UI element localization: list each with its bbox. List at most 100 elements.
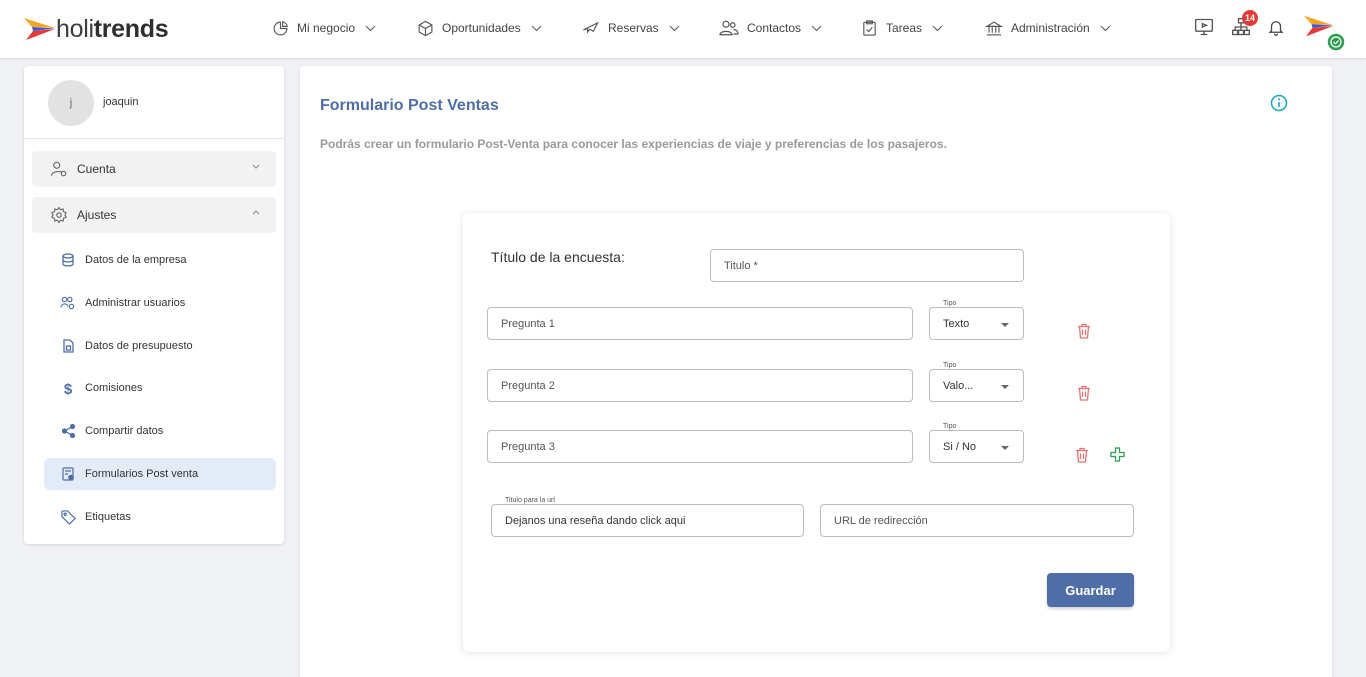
sidebar-item-label: Datos de la empresa [85,254,187,266]
sidebar-item-formularios-post-venta[interactable]: Formularios Post venta [44,458,276,490]
chevron-down-icon [531,25,542,31]
form-icon [61,467,74,481]
add-question-icon[interactable] [1110,447,1125,462]
redirect-url-field [820,504,1134,537]
box-icon [418,20,433,36]
users-gear-icon [60,296,75,310]
chevron-down-icon [811,25,822,31]
plane-icon [583,21,599,34]
survey-title-label: Título de la encuesta: [491,249,625,265]
question-1-type-select[interactable]: Tipo Texto [929,300,1024,340]
url-title-field: Titulo para la url [491,497,804,537]
logo-arrow-icon [24,18,55,40]
avatar[interactable]: j [48,80,94,126]
question-2-type-select[interactable]: Tipo Valo... [929,362,1024,402]
user-gear-icon [50,161,67,177]
dollar-icon: $ [64,381,73,396]
sidebar-item-datos-empresa[interactable]: Datos de la empresa [44,244,276,276]
page-title: Formulario Post Ventas [320,97,499,114]
username: joaquin [103,96,139,108]
tag-icon [60,509,76,525]
question-3-type-select[interactable]: Tipo Si / No [929,423,1024,463]
gear-icon [51,206,67,224]
type-value: Valo... [943,380,974,392]
chevron-down-icon [365,25,376,31]
chevron-up-icon [252,210,260,215]
chevron-down-icon [252,164,260,169]
sidebar-group-label: Ajustes [77,208,117,222]
info-icon[interactable] [1270,94,1288,112]
nav-contactos[interactable]: Contactos [719,16,822,40]
sidebar-group-label: Cuenta [77,162,116,176]
survey-title-input[interactable] [724,250,1010,281]
presentation-icon[interactable] [1194,17,1214,37]
document-icon [63,339,74,353]
type-value: Texto [943,318,970,330]
nav-oportunidades[interactable]: Oportunidades [417,16,542,40]
nav-reservas[interactable]: Reservas [581,16,680,40]
sidebar-item-label: Formularios Post venta [85,468,199,480]
caret-down-icon [1001,385,1009,389]
page-subtitle: Podrás crear un formulario Post-Venta pa… [320,137,947,151]
sidebar-item-label: Administrar usuarios [85,297,186,309]
bell-icon[interactable] [1267,17,1285,37]
sidebar-item-etiquetas[interactable]: Etiquetas [44,501,276,533]
survey-title-field [710,249,1024,282]
sidebar-item-label: Datos de presupuesto [85,340,193,352]
chevron-down-icon [1100,25,1111,31]
url-title-label: Titulo para la url [502,497,558,504]
users-icon [719,20,739,36]
sidebar-item-comisiones[interactable]: $ Comisiones [44,372,276,404]
top-navbar: holitrends Mi negocio Oportunidades Rese… [0,0,1366,58]
url-title-input[interactable] [505,505,790,536]
caret-down-icon [1001,323,1009,327]
sidebar-item-administrar-usuarios[interactable]: Administrar usuarios [44,287,276,319]
question-field [487,369,913,402]
check-circle-icon [1326,32,1346,52]
trash-icon[interactable] [1077,323,1091,339]
sidebar-group-cuenta[interactable]: Cuenta [32,151,276,187]
nav-label: Mi negocio [297,21,356,35]
trash-icon[interactable] [1077,385,1091,401]
question-field [487,430,913,463]
sidebar-item-label: Etiquetas [85,511,131,523]
database-icon [62,253,74,267]
nav-tareas[interactable]: Tareas [861,16,943,40]
sidebar-item-datos-presupuesto[interactable]: Datos de presupuesto [44,330,276,362]
notifications-badge: 14 [1242,10,1258,26]
type-label: Tipo [940,300,960,307]
holitrends-logo[interactable]: holitrends [24,14,169,44]
redirect-url-input[interactable] [834,505,1120,536]
post-sale-form-card: Título de la encuesta: Tipo Texto Tipo V… [463,213,1170,652]
sidebar-item-label: Comisiones [85,382,143,394]
question-2-input[interactable] [501,370,899,401]
nav-label: Tareas [886,21,923,35]
clipboard-icon [863,20,876,36]
main-panel: Formulario Post Ventas Podrás crear un f… [300,66,1332,677]
divider [24,138,284,139]
settings-sidebar: j joaquin Cuenta Ajustes Datos de la emp… [24,66,284,544]
chevron-down-icon [669,25,680,31]
sidebar-group-ajustes[interactable]: Ajustes [32,197,276,233]
type-label: Tipo [940,362,960,369]
question-1-input[interactable] [501,308,899,339]
trash-icon[interactable] [1075,447,1089,463]
type-value: Si / No [943,441,977,453]
nav-label: Reservas [608,21,659,35]
svg-text:$: $ [64,381,73,396]
caret-down-icon [1001,446,1009,450]
save-button[interactable]: Guardar [1047,573,1134,607]
question-3-input[interactable] [501,431,899,462]
nav-label: Administración [1011,21,1090,35]
nav-mi-negocio[interactable]: Mi negocio [272,16,376,40]
share-icon [61,424,75,438]
company-avatar[interactable] [1304,13,1346,52]
chevron-down-icon [932,25,943,31]
brand-name: holitrends [56,14,169,43]
question-field [487,307,913,340]
pie-chart-icon [273,20,288,35]
sidebar-item-compartir-datos[interactable]: Compartir datos [44,415,276,447]
nav-administracion[interactable]: Administración [985,16,1111,40]
bank-icon [985,20,1003,35]
nav-label: Oportunidades [442,21,521,35]
